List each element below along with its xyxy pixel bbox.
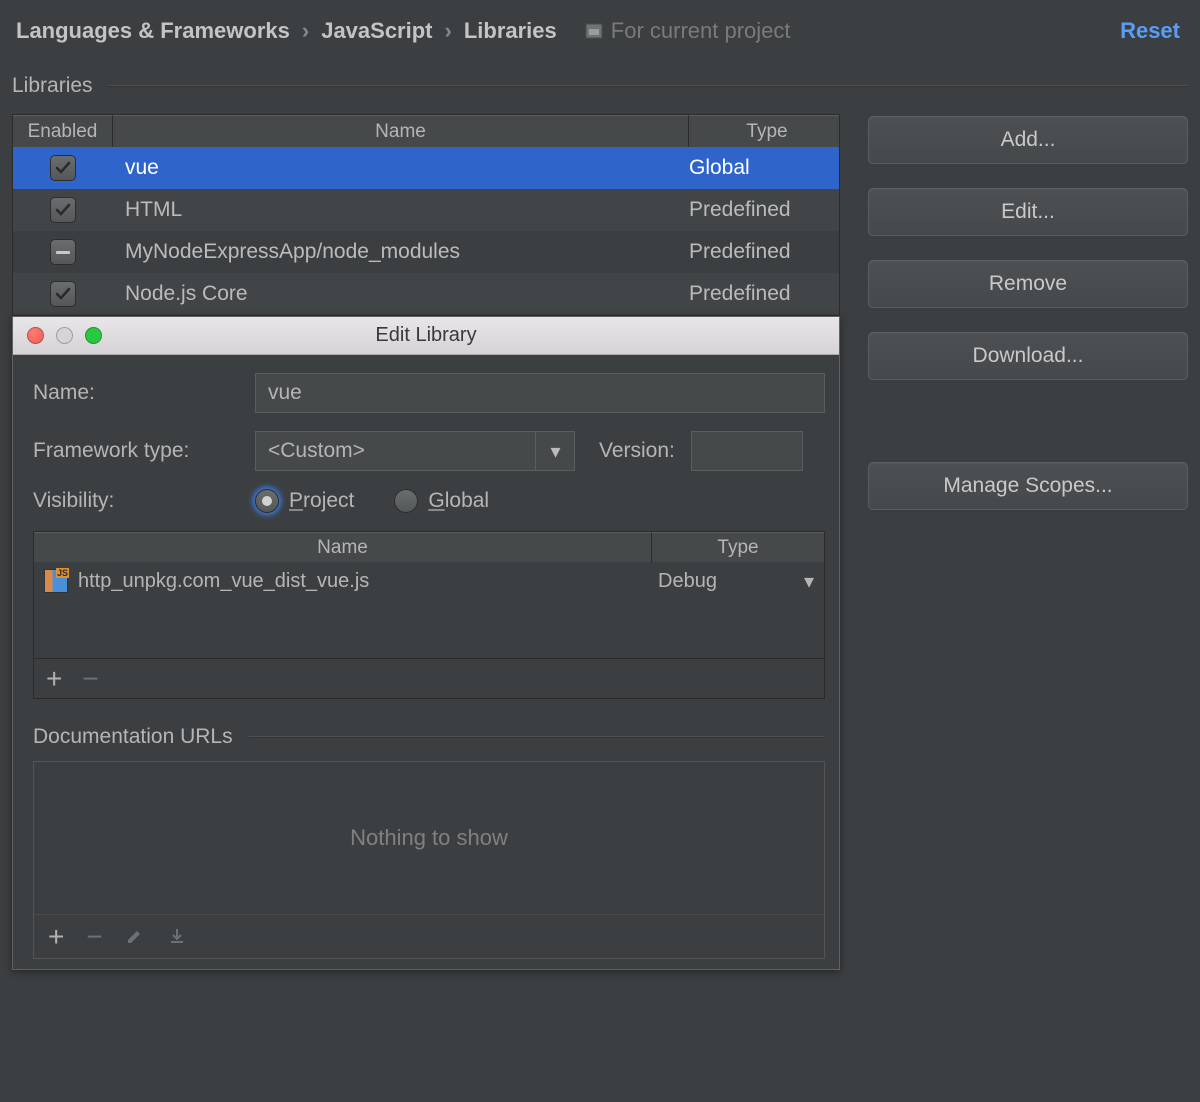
col-file-type[interactable]: Type (652, 532, 824, 562)
checkbox-indeterminate[interactable] (50, 239, 76, 265)
table-row[interactable]: Node.js Core Predefined (13, 273, 839, 315)
crumb-languages-frameworks[interactable]: Languages & Frameworks (16, 18, 290, 44)
dialog-titlebar[interactable]: Edit Library (13, 317, 839, 355)
window-minimize-icon (56, 327, 73, 344)
file-type-value: Debug (658, 570, 717, 593)
divider (109, 85, 1188, 87)
name-field[interactable] (255, 373, 825, 413)
files-toolbar: + − (34, 658, 824, 698)
col-name[interactable]: Name (113, 115, 689, 147)
divider (249, 736, 825, 738)
file-name: http_unpkg.com_vue_dist_vue.js (78, 570, 652, 593)
visibility-global-radio[interactable]: Global (394, 489, 489, 513)
framework-type-value[interactable] (255, 431, 575, 471)
add-file-button[interactable]: + (46, 665, 62, 693)
docs-toolbar: + − (34, 914, 824, 958)
chevron-down-icon: ▾ (804, 569, 814, 594)
library-name: vue (113, 156, 689, 180)
dialog-title: Edit Library (13, 324, 839, 347)
checkbox[interactable] (50, 155, 76, 181)
docs-list: Nothing to show + − (33, 761, 825, 959)
download-doc-button[interactable] (167, 923, 187, 951)
window-close-icon[interactable] (27, 327, 44, 344)
docs-empty-text: Nothing to show (34, 762, 824, 914)
table-row[interactable]: http_unpkg.com_vue_dist_vue.js Debug ▾ (34, 562, 824, 600)
scope-label: For current project (611, 18, 791, 44)
libraries-section-title: Libraries (0, 74, 1200, 98)
radio-icon (255, 489, 279, 513)
library-name: MyNodeExpressApp/node_modules (113, 240, 689, 264)
table-row[interactable]: HTML Predefined (13, 189, 839, 231)
js-file-icon (44, 569, 68, 593)
library-name: Node.js Core (113, 282, 689, 306)
library-type: Global (689, 156, 839, 180)
add-button[interactable]: Add... (868, 116, 1188, 164)
crumb-javascript[interactable]: JavaScript (321, 18, 432, 44)
version-field[interactable] (691, 431, 803, 471)
breadcrumb: Languages & Frameworks › JavaScript › Li… (0, 0, 1200, 70)
libraries-label: Libraries (12, 74, 93, 98)
docs-section-title: Documentation URLs (33, 725, 825, 749)
chevron-right-icon: › (302, 18, 309, 44)
reset-link[interactable]: Reset (1120, 18, 1180, 44)
library-type: Predefined (689, 198, 839, 222)
library-type: Predefined (689, 282, 839, 306)
edit-library-dialog: Edit Library Name: Framework type: ▾ Ver… (12, 316, 840, 970)
window-zoom-icon[interactable] (85, 327, 102, 344)
version-label: Version: (599, 439, 675, 463)
radio-icon (394, 489, 418, 513)
radio-project-label: roject (303, 489, 354, 512)
remove-button[interactable]: Remove (868, 260, 1188, 308)
libraries-table-header: Enabled Name Type (13, 115, 839, 147)
name-label: Name: (33, 381, 239, 405)
file-type-select[interactable]: Debug ▾ (652, 569, 824, 594)
chevron-down-icon[interactable]: ▾ (535, 431, 575, 471)
checkbox[interactable] (50, 197, 76, 223)
project-scope-icon (585, 22, 603, 40)
files-table-header: Name Type (34, 532, 824, 562)
remove-file-button[interactable]: − (82, 665, 98, 693)
edit-button[interactable]: Edit... (868, 188, 1188, 236)
edit-doc-button[interactable] (125, 923, 145, 951)
library-type: Predefined (689, 240, 839, 264)
download-button[interactable]: Download... (868, 332, 1188, 380)
checkbox[interactable] (50, 281, 76, 307)
add-doc-button[interactable]: + (48, 923, 64, 951)
library-files-table: Name Type http_unpkg.com_vue_dist_vue.js… (33, 531, 825, 699)
col-enabled[interactable]: Enabled (13, 115, 113, 147)
col-file-name[interactable]: Name (34, 532, 652, 562)
manage-scopes-button[interactable]: Manage Scopes... (868, 462, 1188, 510)
framework-type-select[interactable]: ▾ (255, 431, 575, 471)
framework-label: Framework type: (33, 439, 239, 463)
table-row[interactable]: MyNodeExpressApp/node_modules Predefined (13, 231, 839, 273)
radio-global-label: lobal (445, 489, 489, 512)
visibility-label: Visibility: (33, 489, 239, 513)
libraries-table: Enabled Name Type vue Global HTML Predef… (12, 114, 840, 316)
chevron-right-icon: › (445, 18, 452, 44)
col-type[interactable]: Type (689, 115, 839, 147)
visibility-project-radio[interactable]: Project (255, 489, 354, 513)
remove-doc-button[interactable]: − (86, 923, 102, 951)
docs-label: Documentation URLs (33, 725, 233, 749)
crumb-libraries[interactable]: Libraries (464, 18, 557, 44)
table-row[interactable]: vue Global (13, 147, 839, 189)
library-name: HTML (113, 198, 689, 222)
action-buttons: Add... Edit... Remove Download... Manage… (868, 114, 1188, 1068)
